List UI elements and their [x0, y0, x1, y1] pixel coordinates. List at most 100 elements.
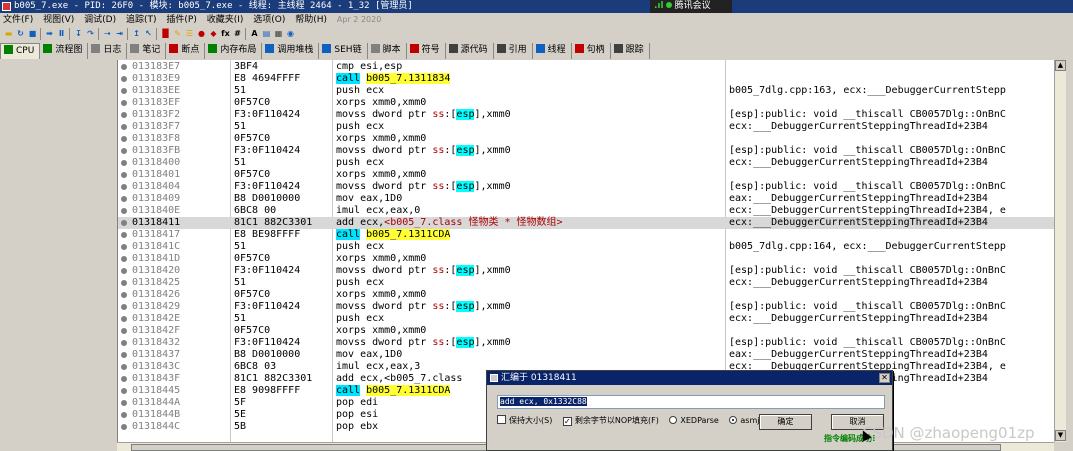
tab-handles[interactable]: 句柄	[572, 43, 611, 59]
disasm-row[interactable]: 01318400 51 push ecx ecx:___DebuggerCurrent…	[118, 157, 1054, 169]
xedparse-label[interactable]: XEDParse	[680, 416, 718, 425]
patch-icon[interactable]: ✎	[172, 28, 183, 39]
disasm-row[interactable]: 013183EF 0F57C0 xorps xmm0,xmm0	[118, 97, 1054, 109]
breakpoint-dot-icon[interactable]	[121, 124, 127, 130]
breakpoint-dot-icon[interactable]	[121, 208, 127, 214]
disasm-row[interactable]: 01318429 F3:0F110424 movss dword ptr ss:[e…	[118, 301, 1054, 313]
ok-button[interactable]: 确定	[759, 414, 812, 430]
clipboard-icon[interactable]: ▤	[261, 28, 272, 39]
breakpoint-dot-icon[interactable]	[121, 268, 127, 274]
step-into-icon[interactable]: ↧	[73, 28, 84, 39]
disasm-row[interactable]: 013183FB F3:0F110424 movss dword ptr ss:[e…	[118, 145, 1054, 157]
disasm-row[interactable]: 01318417 E8 BE98FFFF call b005_7.1311CDA	[118, 229, 1054, 241]
scylla-icon[interactable]: █	[160, 28, 171, 39]
breakpoint-dot-icon[interactable]	[121, 376, 127, 382]
tab-memory[interactable]: 内存布局	[205, 43, 263, 59]
trace-into-icon[interactable]: ⇢	[102, 28, 113, 39]
restart-icon[interactable]: ↻	[15, 28, 26, 39]
breakpoint-dot-icon[interactable]	[121, 232, 127, 238]
disasm-row[interactable]: 013183F8 0F57C0 xorps xmm0,xmm0	[118, 133, 1054, 145]
breakpoint-dot-icon[interactable]	[121, 340, 127, 346]
hide-debugger-icon[interactable]: ◆	[208, 28, 219, 39]
step-over-icon[interactable]: ↷	[85, 28, 96, 39]
tab-references[interactable]: 引用	[494, 43, 533, 59]
tab-cpu[interactable]: CPU	[0, 43, 41, 59]
disasm-row[interactable]: 01318411 81C1 882C3301 add ecx,<b005_7.cla…	[118, 217, 1054, 229]
keep-size-label[interactable]: 保持大小(S)	[509, 416, 552, 425]
tab-source[interactable]: 源代码	[446, 43, 494, 59]
breakpoint-dot-icon[interactable]	[121, 148, 127, 154]
disasm-row[interactable]: 01318426 0F57C0 xorps xmm0,xmm0	[118, 289, 1054, 301]
menu-file[interactable]: 文件(F)	[3, 15, 33, 25]
dialog-title-bar[interactable]: 汇编于 01318411 ✕	[487, 371, 892, 385]
close-icon[interactable]: ■	[27, 28, 38, 39]
font-icon[interactable]: A	[249, 28, 260, 39]
breakpoint-dot-icon[interactable]	[121, 136, 127, 142]
asmjit-radio[interactable]	[729, 416, 738, 424]
hash-icon[interactable]: #	[232, 28, 243, 39]
keep-size-checkbox[interactable]	[497, 415, 506, 424]
tab-trace[interactable]: 跟踪	[611, 43, 650, 59]
script-icon[interactable]: ☰	[184, 28, 195, 39]
breakpoint-dot-icon[interactable]	[121, 220, 127, 226]
pause-icon[interactable]: Ⅱ	[56, 28, 67, 39]
breakpoint-dot-icon[interactable]	[121, 64, 127, 70]
scroll-up-icon[interactable]: ▲	[1055, 60, 1066, 71]
trace-over-icon[interactable]: ⇥	[114, 28, 125, 39]
disasm-row[interactable]: 013183E7 3BF4 cmp esi,esp	[118, 61, 1054, 73]
disasm-row[interactable]: 01318425 51 push ecx ecx:___DebuggerCurrent…	[118, 277, 1054, 289]
breakpoint-dot-icon[interactable]	[121, 256, 127, 262]
disasm-row[interactable]: 01318437 B8 D0010000 mov eax,1D0 eax:___Deb…	[118, 349, 1054, 361]
disasm-row[interactable]: 013183EE 51 push ecx b005_7dlg.cpp:163, ecx…	[118, 85, 1054, 97]
breakpoint-dot-icon[interactable]	[121, 88, 127, 94]
assemble-input[interactable]: add ecx, 0x1332C88	[497, 395, 885, 409]
disasm-row[interactable]: 01318401 0F57C0 xorps xmm0,xmm0	[118, 169, 1054, 181]
disasm-row[interactable]: 013183E9 E8 4694FFFF call b005_7.1311834	[118, 73, 1054, 85]
disasm-row[interactable]: 0131842F 0F57C0 xorps xmm0,xmm0	[118, 325, 1054, 337]
tab-graph[interactable]: 流程图	[40, 43, 89, 59]
breakpoint-dot-icon[interactable]	[121, 184, 127, 190]
menu-help[interactable]: 帮助(H)	[295, 15, 327, 25]
disasm-row[interactable]: 01318432 F3:0F110424 movss dword ptr ss:[e…	[118, 337, 1054, 349]
breakpoint-dot-icon[interactable]	[121, 388, 127, 394]
breakpoint-dot-icon[interactable]	[121, 316, 127, 322]
menu-favourites[interactable]: 收藏夹(I)	[207, 15, 244, 25]
tab-callstack[interactable]: 调用堆栈	[262, 43, 320, 59]
breakpoint-icon[interactable]: ●	[196, 28, 207, 39]
breakpoint-dot-icon[interactable]	[121, 304, 127, 310]
tab-breakpoint-tab[interactable]: 断点	[166, 43, 206, 59]
disasm-row[interactable]: 01318404 F3:0F110424 movss dword ptr ss:[e…	[118, 181, 1054, 193]
tab-seh[interactable]: SEH链	[319, 43, 368, 59]
menu-debug[interactable]: 调试(D)	[84, 15, 116, 25]
tab-threads[interactable]: 线程	[533, 43, 572, 59]
breakpoint-dot-icon[interactable]	[121, 100, 127, 106]
tab-script-tab[interactable]: 脚本	[368, 43, 407, 59]
calculator-icon[interactable]: ▦	[273, 28, 284, 39]
breakpoint-dot-icon[interactable]	[121, 112, 127, 118]
breakpoint-dot-icon[interactable]	[121, 160, 127, 166]
disasm-row[interactable]: 0131841C 51 push ecx b005_7dlg.cpp:164, ecx…	[118, 241, 1054, 253]
disasm-row[interactable]: 01318409 B8 D0010000 mov eax,1D0 eax:___Deb…	[118, 193, 1054, 205]
disasm-row[interactable]: 01318420 F3:0F110424 movss dword ptr ss:[e…	[118, 265, 1054, 277]
function-icon[interactable]: fx	[220, 28, 231, 39]
vertical-scrollbar[interactable]: ▲ ▼	[1054, 60, 1066, 442]
xedparse-radio[interactable]	[669, 416, 678, 424]
dialog-close-icon[interactable]: ✕	[879, 373, 890, 383]
breakpoint-dot-icon[interactable]	[121, 352, 127, 358]
run-until-ret-icon[interactable]: ↖	[143, 28, 154, 39]
fill-nop-label[interactable]: 剩余字节以NOP填充(F)	[575, 416, 659, 425]
breakpoint-dot-icon[interactable]	[121, 364, 127, 370]
breakpoint-dot-icon[interactable]	[121, 280, 127, 286]
menu-view[interactable]: 视图(V)	[43, 15, 74, 25]
breakpoint-dot-icon[interactable]	[121, 412, 127, 418]
breakpoint-dot-icon[interactable]	[121, 400, 127, 406]
disasm-row[interactable]: 0131841D 0F57C0 xorps xmm0,xmm0	[118, 253, 1054, 265]
breakpoint-dot-icon[interactable]	[121, 244, 127, 250]
breakpoint-dot-icon[interactable]	[121, 196, 127, 202]
menu-plugins[interactable]: 插件(P)	[166, 15, 196, 25]
fill-nop-checkbox[interactable]: ✓	[562, 417, 572, 426]
breakpoint-dot-icon[interactable]	[121, 292, 127, 298]
disasm-row[interactable]: 0131840E 6BC8 00 imul ecx,eax,0 ecx:___Debu…	[118, 205, 1054, 217]
breakpoint-dot-icon[interactable]	[121, 424, 127, 430]
tab-log[interactable]: 日志	[88, 43, 128, 59]
